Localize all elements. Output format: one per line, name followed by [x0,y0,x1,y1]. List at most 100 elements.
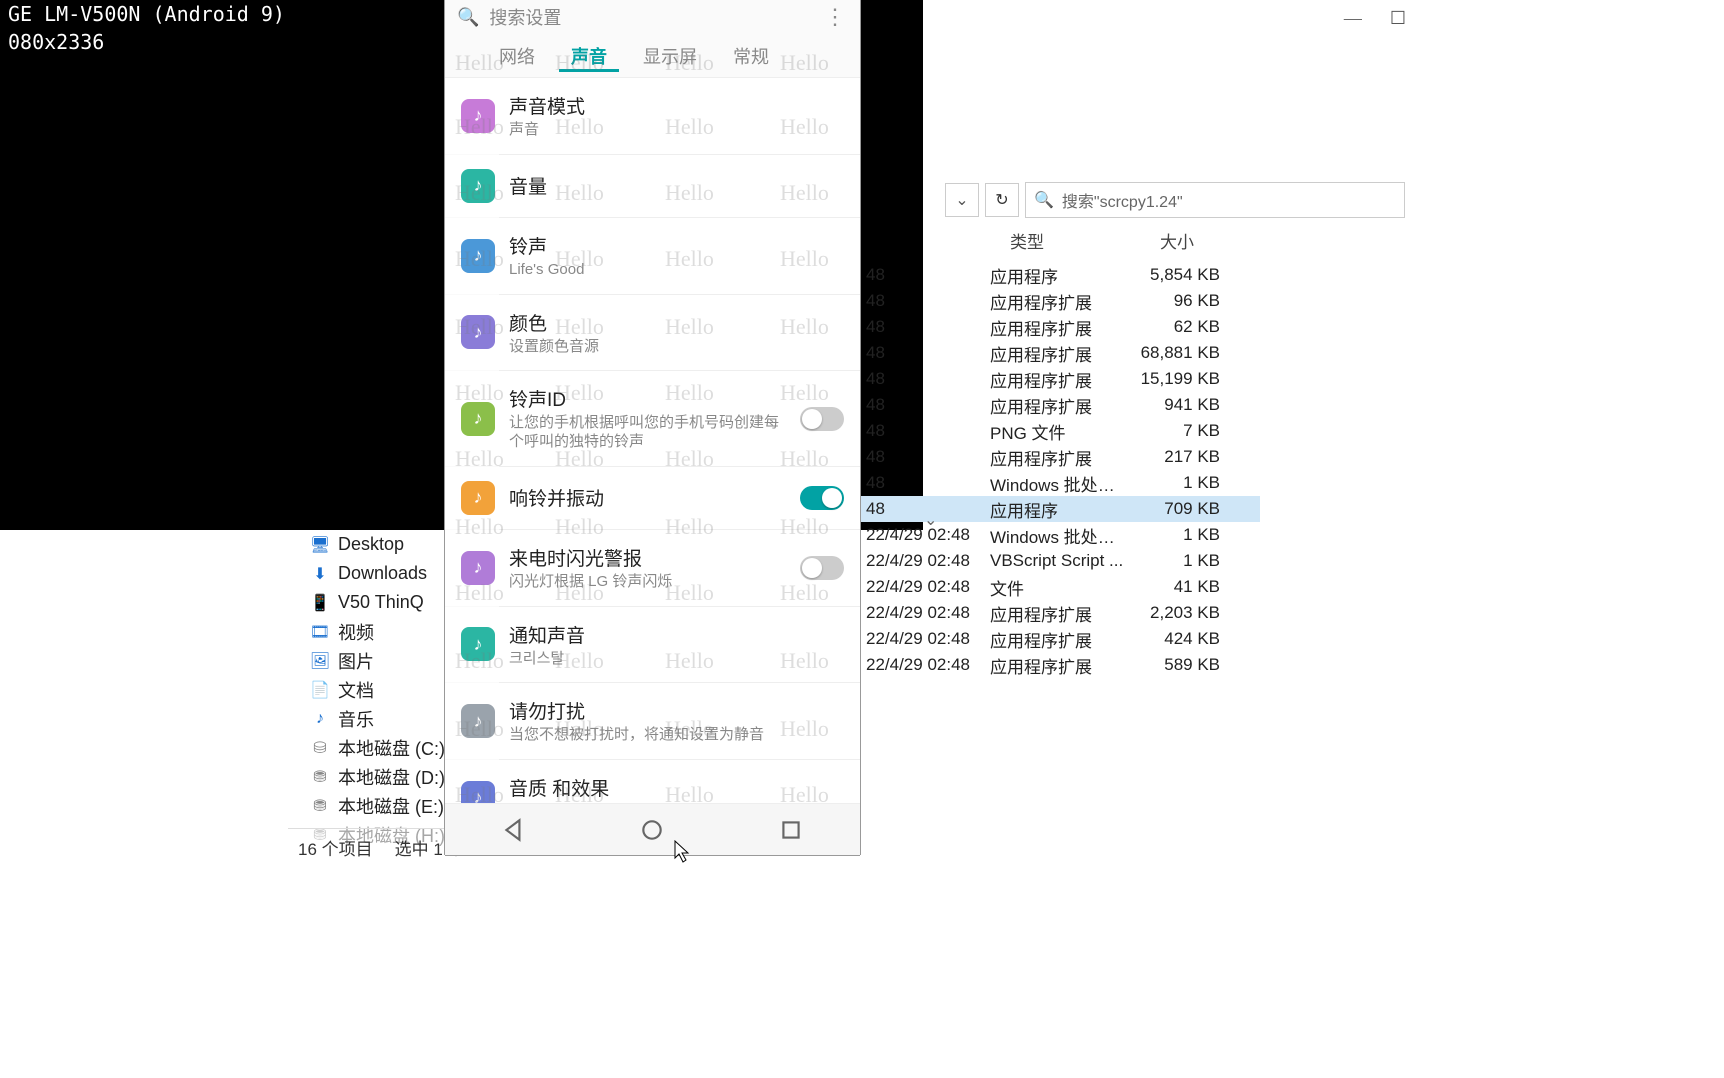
table-row[interactable]: 22/4/29 02:48文件41 KB [860,574,1260,600]
setting-labels: 颜色设置颜色音源 [509,309,844,357]
setting-labels: 铃声 Life's Good [509,232,844,280]
table-row[interactable]: 22/4/29 02:48应用程序扩展424 KB [860,626,1260,652]
settings-item[interactable]: ♪颜色设置颜色音源 [445,295,860,371]
android-nav-bar [445,803,860,855]
column-type[interactable]: 类型 [1000,228,1150,253]
table-row[interactable]: 22/4/29 02:48VBScript Script ...1 KB [860,548,1260,574]
setting-subtitle: Life's Good [509,261,844,280]
table-row[interactable]: 48应用程序709 KB [860,496,1260,522]
tab-sound[interactable]: 声音 [553,43,625,69]
chevron-down-icon: ⌄ [955,190,968,210]
nav-item[interactable]: ⛁本地磁盘 (C:) [310,733,460,762]
settings-search[interactable]: 🔍 搜索设置 ⋮ [445,0,860,34]
search-placeholder: 搜索设置 [489,4,561,30]
column-size[interactable]: 大小 [1150,228,1270,253]
nav-item[interactable]: ⛃本地磁盘 (E:) [310,791,460,820]
nav-item[interactable]: ⛃ 本地磁盘 (D:) [310,762,460,791]
settings-tabs: 网络 声音 显示屏 常规 [445,34,860,78]
more-icon[interactable]: ⋮ [824,4,846,30]
setting-labels: 响铃并振动 [509,484,786,511]
explorer-search-input[interactable]: 🔍 搜索"scrcpy1.24" [1025,182,1405,218]
table-row[interactable]: 48PNG 文件7 KB [860,418,1260,444]
recents-button[interactable] [777,816,805,844]
folder-icon: 📄 [310,680,330,700]
settings-item[interactable]: ♪来电时闪光警报闪光灯根据 LG 铃声闪烁 [445,530,860,606]
setting-labels: 铃声ID让您的手机根据呼叫您的手机号码创建每个呼叫的独特的铃声 [509,385,786,452]
settings-item[interactable]: ♪通知声音크리스탈 [445,607,860,683]
setting-labels: 请勿打扰当您不想被打扰时，将通知设置为静音 [509,697,844,745]
nav-item[interactable]: 🎞视频 [310,617,460,646]
table-row[interactable]: 48应用程序扩展15,199 KB [860,366,1260,392]
table-row[interactable]: 48应用程序扩展96 KB [860,288,1260,314]
settings-item[interactable]: ♪铃声Life's Good [445,218,860,294]
cell-date: 22/4/29 02:48 [866,525,976,545]
toggle-switch[interactable] [800,407,844,431]
folder-icon: 🎞 [310,622,330,642]
toggle-switch[interactable] [800,486,844,510]
cell-type: 应用程序扩展 [976,341,1126,366]
setting-title: 音质 和效果 [509,774,844,801]
nav-item[interactable]: 🖥Desktop [310,530,460,559]
cell-size: 96 KB [1126,291,1226,311]
setting-subtitle: 当您不想被打扰时，将通知设置为静音 [509,726,844,745]
folder-icon: ⛃ [310,767,330,787]
minimize-button[interactable]: — [1344,8,1362,29]
cell-size: 7 KB [1126,421,1226,441]
cell-size: 2,203 KB [1126,603,1226,623]
address-history-dropdown[interactable]: ⌄ [945,183,979,217]
table-row[interactable]: 22/4/29 02:48应用程序扩展2,203 KB [860,600,1260,626]
cell-size: 424 KB [1126,629,1226,649]
folder-icon: ⛃ [310,796,330,816]
settings-item[interactable]: ♪铃声ID让您的手机根据呼叫您的手机号码创建每个呼叫的独特的铃声 [445,371,860,466]
cell-type: VBScript Script ... [976,551,1126,571]
table-row[interactable]: 48应用程序扩展217 KB [860,444,1260,470]
settings-item[interactable]: ♪声音模式声音 [445,78,860,154]
nav-label: 文档 [338,677,374,703]
toggle-switch[interactable] [800,556,844,580]
home-button[interactable] [638,816,666,844]
settings-item[interactable]: ♪ 请勿打扰当您不想被打扰时，将通知设置为静音 [445,683,860,759]
cell-size: 15,199 KB [1126,369,1226,389]
maximize-button[interactable]: ☐ [1390,8,1406,29]
table-row[interactable]: 48应用程序5,854 KB [860,262,1260,288]
setting-title: 请勿打扰 [509,697,844,724]
back-button[interactable] [500,816,528,844]
cell-size: 62 KB [1126,317,1226,337]
nav-item[interactable]: 📄 文档 [310,675,460,704]
folder-icon: ♪ [310,709,330,729]
table-row[interactable]: 48应用程序扩展62 KB [860,314,1260,340]
table-row[interactable]: 48应用程序扩展68,881 KB [860,340,1260,366]
cell-type: 应用程序 [976,263,1126,288]
settings-list: ♪声音模式声音♪音量 ♪ 铃声 Life's Good ♪颜色设置颜色音源♪铃声ID让您… [445,78,860,855]
tab-display[interactable]: 显示屏 [625,43,715,69]
settings-item[interactable]: ♪响铃并振动 [445,467,860,529]
settings-item[interactable]: ♪音量 [445,155,860,217]
setting-labels: 通知声音크리스탈 [509,621,844,669]
folder-icon: 🖥 [310,535,330,555]
table-row[interactable]: 48应用程序扩展941 KB [860,392,1260,418]
cell-type: 应用程序扩展 [976,393,1126,418]
nav-label: 本地磁盘 (D:) [338,764,445,790]
nav-item[interactable]: ♪音乐 [310,704,460,733]
cell-date: 48 [866,317,976,337]
refresh-button[interactable]: ↻ [985,183,1019,217]
setting-title: 铃声 [509,232,844,259]
tab-network[interactable]: 网络 [481,43,553,69]
nav-item[interactable]: 📱V50 ThinQ [310,588,460,617]
setting-icon: ♪ [461,704,495,738]
folder-icon: 📱 [310,593,330,613]
nav-item[interactable]: ⬇Downloads [310,559,460,588]
table-row[interactable]: 22/4/29 02:48Windows 批处理...1 KB [860,522,1260,548]
tab-general[interactable]: 常规 [715,43,787,69]
setting-subtitle: 让您的手机根据呼叫您的手机号码创建每个呼叫的独特的铃声 [509,414,786,452]
table-row[interactable]: 48Windows 批处理...1 KB [860,470,1260,496]
setting-subtitle: 크리스탈 [509,650,844,669]
cell-type: 文件 [976,575,1126,600]
cell-size: 217 KB [1126,447,1226,467]
table-row[interactable]: 22/4/29 02:48应用程序扩展589 KB [860,652,1260,678]
setting-title: 铃声ID [509,385,786,412]
cell-type: 应用程序扩展 [976,315,1126,340]
cell-size: 68,881 KB [1126,343,1226,363]
explorer-window-controls: — ☐ [860,0,1420,37]
nav-item[interactable]: 🖼图片 [310,646,460,675]
